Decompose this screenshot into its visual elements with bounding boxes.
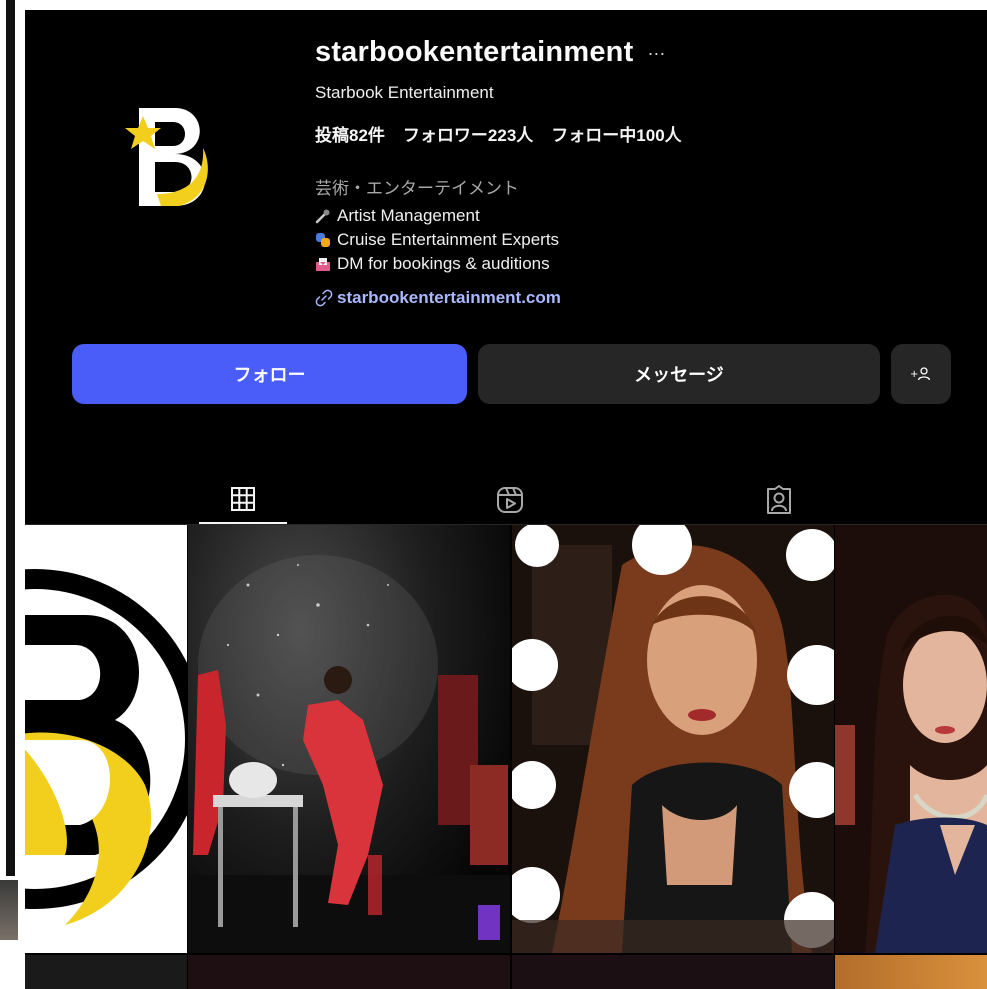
inbox-icon	[316, 258, 330, 271]
add-user-icon: +	[910, 367, 931, 381]
profile-avatar[interactable]	[117, 98, 227, 218]
bio-text: Cruise Entertainment Experts	[337, 230, 560, 249]
follow-button[interactable]: フォロー	[72, 344, 467, 404]
post-image-portrait	[835, 525, 987, 953]
posts-count: 投稿82件	[315, 126, 385, 145]
profile-stats: 投稿82件 フォロワー223人 フォロー中100人	[315, 121, 682, 146]
grid-icon	[231, 487, 255, 511]
post-thumbnail[interactable]	[512, 525, 834, 953]
bio-line: DM for bookings & auditions	[315, 252, 559, 276]
add-user-button[interactable]: +	[891, 344, 951, 404]
bio-line: Artist Management	[315, 204, 559, 228]
reels-icon	[497, 487, 523, 513]
post-thumbnail[interactable]	[188, 525, 510, 953]
profile-category: 芸術・エンターテイメント	[315, 179, 519, 198]
post-thumbnail[interactable]	[25, 525, 187, 953]
microphone-icon	[315, 209, 330, 224]
post-thumbnail[interactable]	[512, 955, 834, 989]
profile-username: starbookentertainment	[315, 36, 634, 68]
posts-grid	[25, 525, 987, 989]
theater-masks-icon	[316, 233, 330, 247]
bio-text: DM for bookings & auditions	[337, 254, 550, 273]
post-image-portrait	[512, 525, 834, 953]
profile-display-name: Starbook Entertainment	[315, 83, 494, 102]
background-window-edge	[0, 0, 25, 989]
following-count[interactable]: フォロー中100人	[551, 121, 681, 146]
more-options-icon[interactable]: ···	[647, 43, 665, 64]
profile-page: starbookentertainment ··· Starbook Enter…	[25, 10, 987, 989]
tagged-icon	[767, 485, 791, 514]
post-image-logo	[25, 525, 187, 953]
tab-tagged[interactable]	[735, 476, 823, 524]
svg-text:+: +	[910, 369, 918, 380]
post-thumbnail[interactable]	[835, 525, 987, 953]
tab-reels[interactable]	[466, 476, 554, 524]
tab-posts[interactable]	[199, 476, 287, 524]
post-thumbnail[interactable]	[188, 955, 510, 989]
bio-line: Cruise Entertainment Experts	[315, 228, 559, 252]
post-image-stage	[188, 555, 510, 953]
background-window-thumbnail	[0, 880, 18, 940]
post-thumbnail[interactable]	[835, 955, 987, 989]
post-thumbnail[interactable]	[25, 955, 187, 989]
profile-link[interactable]: starbookentertainment.com	[315, 288, 561, 308]
profile-bio: Artist Management Cruise Entertainment E…	[315, 204, 559, 276]
profile-link-text[interactable]: starbookentertainment.com	[337, 288, 561, 308]
link-icon	[315, 289, 333, 307]
profile-tabs	[25, 470, 987, 525]
message-button[interactable]: メッセージ	[478, 344, 880, 404]
background-window-bar	[6, 0, 15, 876]
followers-count[interactable]: フォロワー223人	[403, 121, 533, 146]
bio-text: Artist Management	[337, 206, 480, 225]
